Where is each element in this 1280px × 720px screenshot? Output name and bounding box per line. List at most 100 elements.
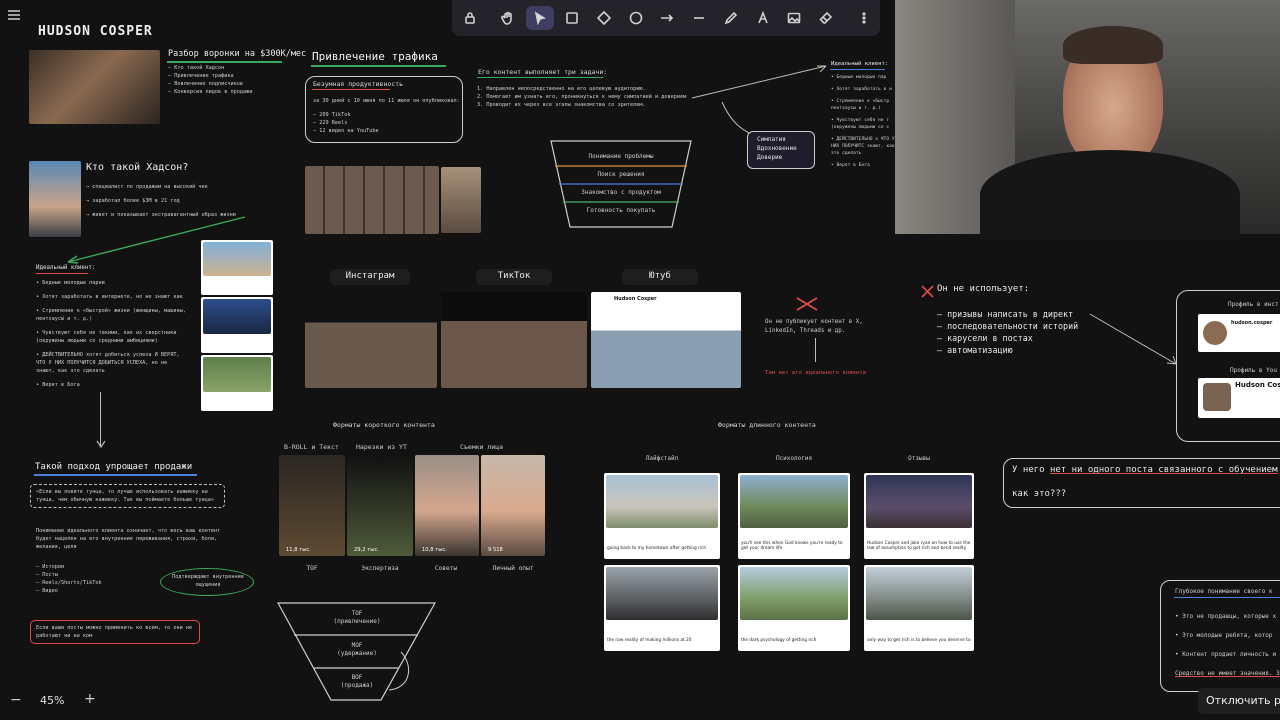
funnel-stage: Поиск решения (597, 171, 645, 178)
pointer-tool[interactable] (526, 6, 554, 30)
funnel-tof: TOF (привлечение) (334, 610, 381, 626)
ideal-client-right-list: • Бедные молодые пар • Хотят заработать … (831, 74, 895, 169)
eraser-tool[interactable] (812, 6, 840, 30)
simplifies-heading: Такой подход упрощает продажи (35, 462, 193, 472)
list-item: — последовательности историй (937, 321, 1079, 331)
sympathy-box: Симпатия Вдохновение Доверие (747, 131, 815, 169)
zoom-out-button[interactable]: − (10, 692, 22, 708)
diamond-tool[interactable] (590, 6, 618, 30)
heading-underline (477, 77, 603, 78)
funnel-stage-desc: (удержание) (337, 650, 377, 657)
down-arrow (815, 338, 816, 362)
menu-button[interactable] (6, 8, 22, 22)
list-item: 3. Проводит их через все этапы знакомств… (477, 102, 646, 108)
no-posts-line1: У него нет ни одного поста связанного с … (1012, 465, 1280, 475)
ideal-client-list: • Бедные молодые парни • Хотят заработат… (36, 279, 186, 389)
video-title: Hudson Cosper and jake ryan on how to us… (867, 541, 971, 551)
short-video-thumb (279, 455, 345, 556)
avatar (1203, 321, 1227, 345)
list-item: — Reels/Shorts/TikTok (36, 580, 102, 586)
heading-underline (36, 273, 88, 274)
zoom-level[interactable]: 45% (40, 694, 64, 707)
hand-tool[interactable] (494, 6, 522, 30)
list-item: — автоматизацию (937, 345, 1013, 355)
canvas-title: HUDSON COSPER (38, 24, 153, 39)
insta-profile-name: hudson.cosper (1231, 320, 1273, 326)
heading-underline (167, 61, 282, 63)
long-format-column: Лайфстайл (645, 455, 679, 462)
list-item: • Это молодые ребята, котор (1175, 632, 1273, 639)
short-format-label: Советы (434, 565, 458, 572)
ellipse-tool[interactable] (622, 6, 650, 30)
rectangle-tool[interactable] (558, 6, 586, 30)
ideal-client-heading: Идеальный клиент: (36, 265, 96, 271)
ellipse-icon (629, 11, 643, 25)
eraser-icon (819, 11, 833, 24)
red-cross-icon (796, 297, 818, 311)
heading-underline (311, 65, 446, 67)
line-tool[interactable] (685, 6, 713, 30)
short-format-label: Личный опыт (492, 565, 534, 572)
short-format-column: B-ROLL и Текст (284, 443, 339, 451)
no-posts-emphasis: нет ни одного поста связанного с обучени… (1049, 465, 1278, 475)
instagram-post-card (201, 355, 273, 411)
tiktok-profile-screenshot (441, 292, 587, 388)
not-use-heading: Он не использует: (937, 284, 1030, 294)
youtube-video-card: the raw reality of making millions at 20 (604, 565, 720, 651)
tasks-heading: Его контент выполняет три задачи: (478, 68, 608, 76)
menu-icon (8, 10, 20, 20)
line-icon (694, 17, 704, 19)
pointer-icon (534, 11, 547, 25)
list-item: • ДЕЙСТВИТЕЛЬНО х ЧТО У НИХ ПОЛУЧИТС зна… (831, 137, 895, 156)
list-item: • Это не продавцы, которые х (1175, 613, 1277, 620)
heading-underline (34, 474, 197, 476)
more-tool[interactable] (850, 6, 878, 30)
not-use-list: — призывы написать в директ — последоват… (937, 308, 1078, 356)
funnel-stage-label: BOF (351, 674, 363, 681)
deep-heading: Глубокое понимание своего к (1175, 588, 1273, 595)
lock-icon (465, 12, 475, 24)
video-title: you'll see this when God knows you're re… (741, 541, 843, 551)
deep-list: • Это не продавцы, которые х • Это молод… (1175, 612, 1280, 679)
youtube-video-card: the dark psychology of getting rich (738, 565, 850, 651)
connector-arrow (691, 65, 827, 99)
text-tool[interactable] (749, 6, 777, 30)
sympathy-item: Симпатия (757, 136, 786, 143)
list-item: 2. Помогает им узнать его, проникнуться … (477, 94, 687, 100)
list-item: — Видео (36, 588, 58, 594)
zoom-control: − 45% + (0, 688, 108, 716)
list-item: — 12 видео на YouTube (313, 128, 379, 134)
zoom-in-button[interactable]: + (84, 691, 96, 707)
image-tool[interactable] (780, 6, 808, 30)
lock-tool[interactable] (456, 6, 484, 30)
list-item: • Верят в Бога (831, 163, 870, 168)
list-item: — призывы написать в директ (937, 309, 1074, 319)
youtube-channel-name: Hudson Cosper (614, 296, 657, 302)
list-item: • Чувствуют себя не такими, как их сверс… (36, 330, 177, 344)
productivity-heading: Безумная продуктивность (313, 80, 404, 88)
short-format-label: TOF (306, 565, 318, 572)
short-format-column: Нарезки из YT (356, 443, 407, 451)
youtube-channel-screenshot (591, 292, 741, 388)
list-item: • ДЕЙСТВИТЕЛЬНО хотят добиться успеха И … (36, 352, 180, 374)
long-format-column: Психология (775, 455, 813, 462)
view-count: 9 518 (488, 547, 503, 553)
webcam-torso (980, 150, 1240, 240)
list-item: — Вовлечение подписчиков (168, 81, 243, 87)
list-item: • Верят в Бога (36, 382, 80, 388)
list-item: → заработал более $3М в 21 год (86, 198, 180, 204)
platform-youtube: Ютуб (649, 271, 671, 281)
view-count: 10,8 тыс. (422, 547, 447, 553)
drawing-toolbar (452, 0, 880, 36)
short-video-thumb (347, 455, 413, 556)
list-item: → специалист по продажам на высокий чек (86, 184, 208, 190)
list-item: — Посты (36, 572, 58, 578)
pencil-tool[interactable] (717, 6, 745, 30)
funnel-breakdown-list: — Кто такой Хадсон — Привлечение трафика… (168, 64, 252, 96)
heading-underline (312, 89, 390, 90)
disable-mode-button[interactable]: Отключить реж (1198, 688, 1280, 714)
platform-tiktok: ТикТок (497, 271, 531, 281)
arrow-tool[interactable] (653, 6, 681, 30)
list-item: — Конверсия лидов в продажи (168, 89, 253, 95)
list-item: — Истории (36, 564, 65, 570)
